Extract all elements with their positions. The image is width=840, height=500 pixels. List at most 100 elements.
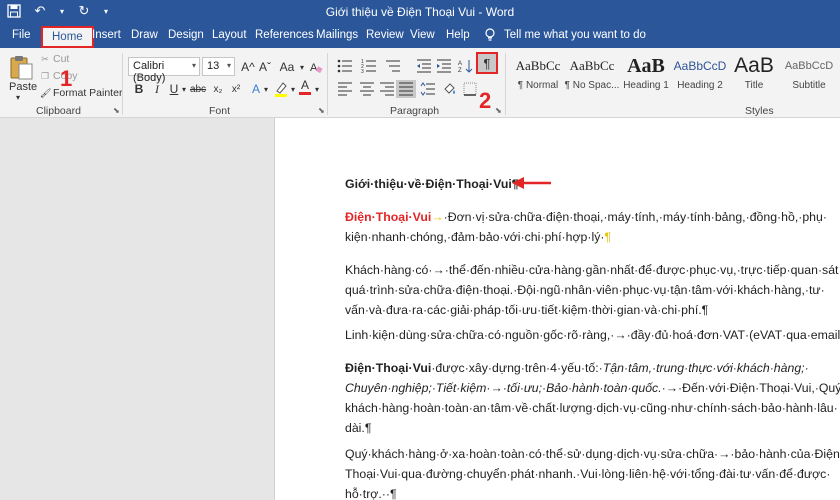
style-name: Heading 2 [677, 80, 723, 91]
tab-home[interactable]: Home [41, 26, 94, 48]
divider [122, 53, 123, 115]
step-1-annotation: 1 [60, 66, 73, 91]
cut-button[interactable]: ✂ Cut [40, 53, 69, 65]
tab-file[interactable]: File [12, 29, 31, 41]
tab-draw[interactable]: Draw [131, 29, 158, 41]
paste-dropdown-icon[interactable]: ▾ [16, 93, 20, 102]
paragraph-mark: ¶ [604, 230, 612, 244]
grow-font-button[interactable]: A^ [240, 58, 256, 76]
align-right-icon[interactable] [377, 80, 397, 98]
change-case-dropdown-icon[interactable]: ▾ [298, 58, 306, 76]
bold-button[interactable]: B [131, 80, 147, 98]
style-name: Heading 1 [623, 80, 669, 91]
align-center-icon[interactable] [357, 80, 377, 98]
paragraph-4[interactable]: Điện·Thoại·Vui·được·xây·dựng·trên·4·yếu·… [345, 358, 840, 438]
tab-insert[interactable]: Insert [92, 29, 121, 41]
paragraph-2-line-3: vấn·và·đưa·ra·các·giải·pháp·tối·ưu·tiết·… [345, 303, 709, 317]
paragraph-3[interactable]: Linh·kiện·dùng·sửa·chữa·có·nguồn·gốc·rõ·… [345, 325, 840, 345]
paragraph-5[interactable]: Quý·khách·hàng·ở·xa·hoàn·toàn·có·thể·sử·… [345, 444, 840, 500]
paragraph-launcher-icon[interactable]: ⬊ [495, 106, 502, 115]
paragraph-1-line-1: ·Đơn·vị·sửa·chữa·điện·thoại,·máy·tính,·m… [443, 210, 827, 224]
chevron-down-icon: ▾ [191, 61, 196, 70]
tell-me-label: Tell me what you want to do [504, 29, 646, 41]
sort-icon[interactable]: AZ [456, 57, 476, 75]
tab-design[interactable]: Design [168, 29, 204, 41]
show-hide-paragraph-button[interactable]: ¶ [476, 52, 498, 74]
style-heading-1[interactable]: AaB Heading 1 [620, 52, 672, 98]
clipboard-launcher-icon[interactable]: ⬊ [113, 106, 120, 115]
tell-me-search[interactable]: Tell me what you want to do [484, 28, 646, 42]
ribbon-tabs: File Home Insert Draw Design Layout Refe… [0, 24, 840, 48]
brand-name: Điện·Thoại·Vui [345, 361, 432, 375]
document-heading[interactable]: Giới·thiệu·về·Điện·Thoại·Vui¶ [345, 174, 815, 194]
line-spacing-icon[interactable] [418, 80, 438, 98]
tab-mark: → [431, 210, 444, 224]
paste-button[interactable]: Paste [9, 81, 37, 93]
font-size-select[interactable]: 13 ▾ [202, 57, 235, 76]
underline-dropdown-icon[interactable]: ▾ [180, 80, 188, 98]
tab-help[interactable]: Help [446, 29, 470, 41]
divider [505, 53, 506, 115]
font-color-bar [299, 92, 311, 95]
style-sample: AaBbCcD [784, 60, 834, 72]
paragraph-1[interactable]: Điện·Thoại·Vui→·Đơn·vị·sửa·chữa·điện·tho… [345, 207, 827, 247]
tab-layout[interactable]: Layout [212, 29, 247, 41]
font-color-icon[interactable]: A [297, 78, 313, 96]
borders-icon[interactable] [460, 80, 480, 98]
style-sample: AaB [734, 54, 774, 77]
style-subtitle[interactable]: AaBbCcD Subtitle [782, 52, 836, 98]
style-normal[interactable]: AaBbCc ¶ Normal [512, 52, 564, 98]
font-size-value: 13 [207, 60, 220, 72]
style-no-spacing[interactable]: AaBbCc ¶ No Spac... [565, 52, 620, 98]
font-name-select[interactable]: Calibri (Body) ▾ [128, 57, 200, 84]
svg-text:3: 3 [361, 69, 364, 73]
multilevel-list-icon[interactable] [383, 57, 403, 75]
svg-text:A: A [458, 61, 462, 67]
style-title[interactable]: AaB Title [728, 52, 780, 98]
change-case-button[interactable]: Aa [277, 58, 297, 76]
font-color-dropdown-icon[interactable]: ▾ [313, 80, 321, 98]
step-2-annotation: 2 [479, 88, 492, 113]
tab-view[interactable]: View [410, 29, 435, 41]
italic-button[interactable]: I [149, 80, 165, 98]
text-effects-dropdown-icon[interactable]: ▾ [262, 80, 270, 98]
style-name: Title [744, 80, 764, 91]
brand-name: Điện·Thoại·Vui [345, 210, 432, 224]
numbering-icon[interactable]: 123 [359, 57, 379, 75]
paragraph-5-line-3: hỗ·trợ.··¶ [345, 487, 397, 500]
paragraph-4-line-4: dài.¶ [345, 421, 372, 435]
paragraph-2[interactable]: Khách·hàng·có·→·thể·đến·nhiều·cửa·hàng·g… [345, 260, 840, 320]
tab-review[interactable]: Review [366, 29, 404, 41]
font-color-letter: A [300, 78, 309, 92]
divider [327, 53, 328, 115]
clipboard-group-label: Clipboard [36, 105, 81, 117]
align-left-icon[interactable] [335, 80, 355, 98]
tab-mailings[interactable]: Mailings [316, 29, 358, 41]
font-launcher-icon[interactable]: ⬊ [318, 106, 325, 115]
subscript-button[interactable]: x₂ [209, 80, 227, 98]
superscript-button[interactable]: x² [227, 80, 245, 98]
paragraph-5-line-2: Thoại·Vui·qua·đường·chuyển·phát·nhanh.·V… [345, 467, 831, 481]
decrease-indent-icon[interactable] [414, 57, 434, 75]
font-group-label: Font [209, 105, 231, 117]
title-bar: ↶ ▾ ↻ ▾ Giới thiệu về Điện Thoại Vui - W… [0, 0, 840, 24]
paste-icon[interactable] [8, 54, 34, 80]
increase-indent-icon[interactable] [434, 57, 454, 75]
paragraph-4-italic-1: Tận·tâm,·trung·thực·với·khách·hàng;· [602, 361, 809, 375]
paragraph-4-italic-2: Chuyên·nghiệp;·Tiết·kiệm·→·tối·ưu;·Bảo·h… [345, 381, 662, 395]
style-heading-2[interactable]: AaBbCcD Heading 2 [674, 52, 727, 98]
tab-references[interactable]: References [255, 29, 314, 41]
format-painter-button[interactable]: 🖌 Format Painter [40, 87, 122, 99]
shrink-font-button[interactable]: Aˇ [257, 58, 273, 76]
clear-formatting-icon[interactable]: A [308, 58, 324, 76]
scissors-icon: ✂ [41, 54, 49, 64]
cut-label: Cut [53, 53, 70, 65]
justify-icon[interactable] [396, 80, 416, 98]
highlight-dropdown-icon[interactable]: ▾ [289, 80, 297, 98]
strikethrough-button[interactable]: abc [189, 80, 207, 98]
style-sample: AaBbCc [569, 58, 615, 73]
lightbulb-icon [485, 28, 495, 41]
bullets-icon[interactable] [335, 57, 355, 75]
highlight-icon[interactable] [273, 80, 289, 98]
shading-icon[interactable] [440, 80, 460, 98]
